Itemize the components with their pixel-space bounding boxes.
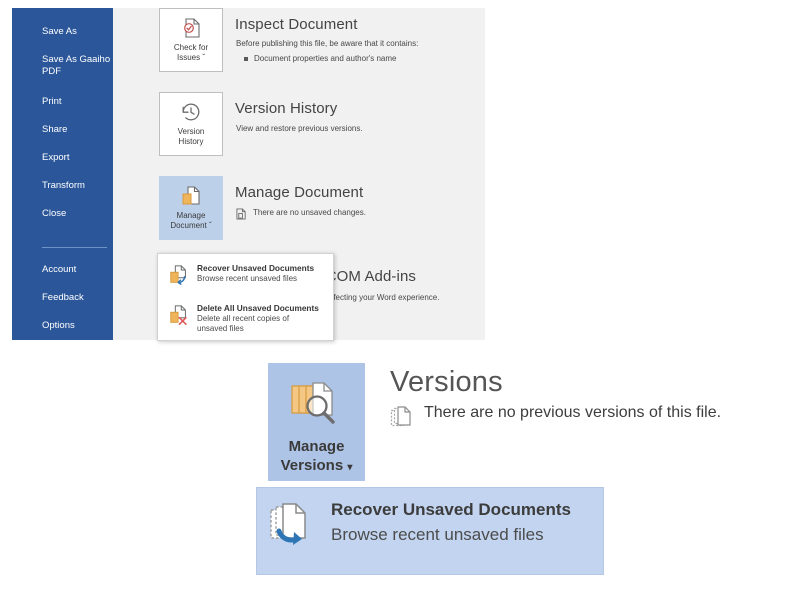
recover-document-icon: [168, 262, 190, 286]
menu-item-recover-unsaved-documents[interactable]: Recover Unsaved Documents Browse recent …: [269, 498, 571, 549]
versions-block: Manage Versions ▾ Versions There are no …: [0, 0, 800, 600]
menu-item-title: Delete All Unsaved Documents: [197, 303, 319, 313]
manage-versions-dropdown-menu: Recover Unsaved Documents Browse recent …: [256, 487, 604, 575]
delete-document-icon: [168, 302, 190, 334]
versions-status-row: There are no previous versions of this f…: [390, 404, 721, 430]
manage-versions-icon: [290, 381, 344, 429]
manage-document-dropdown-menu: Recover Unsaved Documents Browse recent …: [157, 253, 334, 341]
versions-status-label: There are no previous versions of this f…: [424, 404, 722, 421]
versions-title: Versions: [390, 366, 503, 398]
menu-item-recover-unsaved-documents[interactable]: Recover Unsaved Documents Browse recent …: [158, 262, 335, 286]
recover-document-icon: [269, 498, 317, 549]
menu-item-delete-all-unsaved-documents[interactable]: Delete All Unsaved Documents Delete all …: [158, 302, 335, 334]
menu-item-title: Recover Unsaved Documents: [331, 500, 571, 519]
manage-versions-button[interactable]: Manage Versions ▾: [268, 363, 365, 481]
menu-item-desc: Browse recent unsaved files: [331, 525, 544, 544]
menu-item-desc: Browse recent unsaved files: [197, 274, 298, 283]
screenshot-root: Save As Save As Gaaiho PDF Print Share E…: [0, 0, 800, 600]
caret-down-icon: ▾: [347, 462, 353, 473]
manage-versions-label: Manage Versions ▾: [280, 438, 353, 474]
stacked-documents-icon: [390, 404, 412, 430]
menu-item-title: Recover Unsaved Documents: [197, 263, 315, 273]
menu-item-desc: Delete all recent copies of unsaved file…: [197, 314, 290, 333]
